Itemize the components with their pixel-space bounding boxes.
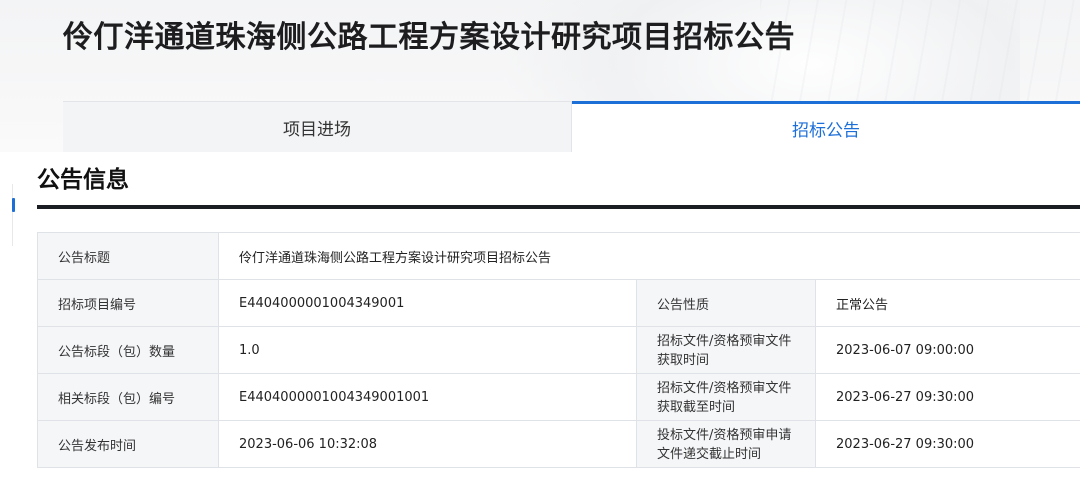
doc-get-time-label-line1: 招标文件/资格预审文件 [657,334,792,349]
related-lot-label: 相关标段（包）编号 [37,373,219,421]
doc-get-time-label-line2: 获取时间 [657,353,710,368]
table-row: 公告标段（包）数量 1.0 招标文件/资格预审文件 获取时间 2023-06-0… [37,326,1080,374]
side-scroll-indicator[interactable] [12,198,15,212]
related-lot-value: E4404000001004349001001 [218,373,637,421]
doc-deadline-label: 招标文件/资格预审文件 获取截至时间 [636,373,816,421]
page-banner: 伶仃洋通道珠海侧公路工程方案设计研究项目招标公告 项目进场 招标公告 [0,0,1080,152]
publish-time-value: 2023-06-06 10:32:08 [218,420,637,468]
announcement-info-table: 公告标题 伶仃洋通道珠海侧公路工程方案设计研究项目招标公告 招标项目编号 E44… [37,232,1080,468]
doc-get-time-label: 招标文件/资格预审文件 获取时间 [636,326,816,374]
submit-deadline-value: 2023-06-27 09:30:00 [815,420,1080,468]
project-no-value: E4404000001004349001 [218,279,637,327]
submit-deadline-label: 投标文件/资格预审申请 文件递交截止时间 [636,420,816,468]
tab-tender-announcement[interactable]: 招标公告 [572,101,1080,152]
section-title: 公告信息 [37,167,129,193]
doc-deadline-label-line2: 获取截至时间 [657,400,736,415]
nature-value: 正常公告 [815,279,1080,327]
doc-deadline-value: 2023-06-27 09:30:00 [815,373,1080,421]
tab-bar: 项目进场 招标公告 [63,101,1080,152]
lot-count-label: 公告标段（包）数量 [37,326,219,374]
submit-deadline-label-line2: 文件递交截止时间 [657,447,762,462]
section-divider [37,205,1080,209]
table-row: 公告发布时间 2023-06-06 10:32:08 投标文件/资格预审申请 文… [37,420,1080,468]
nature-label: 公告性质 [636,279,816,327]
table-row: 招标项目编号 E4404000001004349001 公告性质 正常公告 [37,279,1080,327]
project-no-label: 招标项目编号 [37,279,219,327]
table-row: 相关标段（包）编号 E4404000001004349001001 招标文件/资… [37,373,1080,421]
announcement-title-value: 伶仃洋通道珠海侧公路工程方案设计研究项目招标公告 [218,232,1080,280]
submit-deadline-label-line1: 投标文件/资格预审申请 [657,428,792,443]
announcement-title-label: 公告标题 [37,232,219,280]
doc-get-time-value: 2023-06-07 09:00:00 [815,326,1080,374]
table-row: 公告标题 伶仃洋通道珠海侧公路工程方案设计研究项目招标公告 [37,232,1080,280]
tab-project-entry[interactable]: 项目进场 [63,101,572,152]
doc-deadline-label-line1: 招标文件/资格预审文件 [657,381,792,396]
lot-count-value: 1.0 [218,326,637,374]
publish-time-label: 公告发布时间 [37,420,219,468]
banner-background-pattern [760,0,1080,110]
side-scroll-track [12,184,13,246]
page-title: 伶仃洋通道珠海侧公路工程方案设计研究项目招标公告 [63,20,795,55]
